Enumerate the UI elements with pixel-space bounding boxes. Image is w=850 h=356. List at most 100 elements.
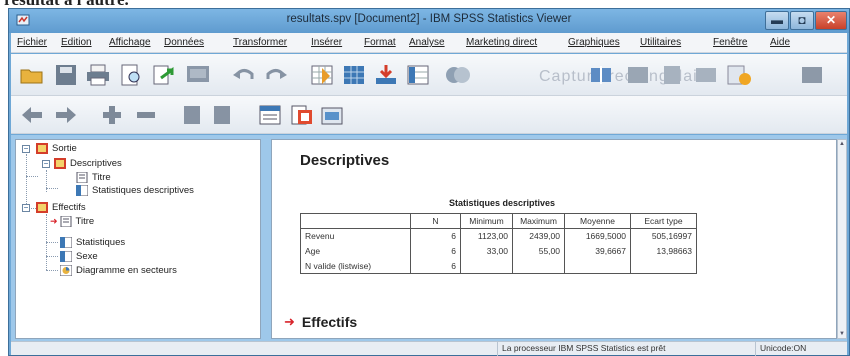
hide-icon[interactable] (207, 101, 237, 129)
background-document-text: résultat à l'autre. (0, 0, 850, 8)
export-icon[interactable] (149, 61, 179, 89)
use-variable-sets-icon[interactable] (724, 61, 754, 89)
collapse-minus-icon[interactable] (131, 101, 161, 129)
tree-label-effectifs: Effectifs (52, 202, 86, 213)
insert-heading-icon[interactable] (255, 101, 285, 129)
title-doc-icon (76, 172, 88, 183)
cell-maximum (512, 258, 565, 274)
goto-data-icon[interactable] (307, 61, 337, 89)
menu-edition[interactable]: Edition (61, 37, 92, 48)
row-label: Age (300, 243, 411, 259)
undo-icon[interactable] (229, 61, 259, 89)
descriptive-statistics-table[interactable]: N Minimum Maximum Moyenne Ecart type Rev… (300, 213, 697, 274)
cell-ecart-type (630, 258, 697, 274)
save-icon[interactable] (51, 61, 81, 89)
cell-n: 6 (410, 228, 461, 244)
output-contents-pane[interactable]: Descriptives Statistiques descriptives N… (271, 139, 837, 339)
table-header-row: N Minimum Maximum Moyenne Ecart type (300, 213, 697, 229)
designate-window-icon[interactable] (443, 61, 473, 89)
tree-node-descriptives[interactable]: Descriptives (54, 158, 122, 169)
collapse-sortie-toggle[interactable]: − (22, 145, 30, 153)
tree-label-statistiques: Statistiques (76, 237, 126, 248)
cell-moyenne: 39,6667 (564, 243, 631, 259)
goto-variable-icon[interactable] (371, 61, 401, 89)
spss-viewer-window: resultats.spv [Document2] - IBM SPSS Sta… (8, 8, 850, 356)
tree-node-statistiques-descriptives[interactable]: Statistiques descriptives (76, 185, 194, 196)
maximize-button[interactable]: ◘ (790, 11, 814, 30)
cell-ecart-type: 505,16997 (630, 228, 697, 244)
menu-bar: Fichier Edition Affichage Données Transf… (11, 33, 847, 53)
tree-node-sortie[interactable]: Sortie (36, 143, 77, 154)
show-icon[interactable] (177, 101, 207, 129)
vertical-scrollbar[interactable]: ▲ ▼ (837, 139, 847, 339)
tree-node-diagramme-en-secteurs[interactable]: Diagramme en secteurs (60, 265, 177, 276)
scroll-up-icon[interactable]: ▲ (838, 140, 846, 148)
back-arrow-icon[interactable] (17, 101, 47, 129)
tree-node-effectifs[interactable]: Effectifs (36, 202, 86, 213)
menu-fichier[interactable]: Fichier (17, 37, 47, 48)
descriptives-heading[interactable]: Descriptives (300, 152, 389, 169)
tree-label-diagramme-en-secteurs: Diagramme en secteurs (76, 265, 177, 276)
weight-cases-icon[interactable] (623, 61, 653, 89)
spelling-icon[interactable] (797, 61, 827, 89)
menu-fenetre[interactable]: Fenêtre (713, 37, 747, 48)
tree-node-titre-1[interactable]: Titre (76, 172, 111, 183)
menu-transformer[interactable]: Transformer (233, 37, 287, 48)
effectifs-heading: Effectifs (301, 314, 358, 330)
output-book-icon (36, 143, 48, 154)
header-cell-n: N (410, 213, 461, 229)
tree-label-titre-2: Titre (75, 216, 95, 227)
main-toolbar: Capture rectangulaire (11, 54, 847, 96)
pie-chart-doc-icon (60, 265, 72, 276)
forward-arrow-icon[interactable] (51, 101, 81, 129)
minimize-button[interactable]: ▬ (765, 11, 789, 30)
expand-plus-icon[interactable] (97, 101, 127, 129)
select-cases-icon[interactable] (657, 61, 687, 89)
table-row: Age 6 33,00 55,00 39,6667 13,98663 (300, 243, 697, 259)
open-folder-icon[interactable] (17, 61, 47, 89)
row-label: Revenu (300, 228, 411, 244)
table-row: Revenu 6 1123,00 2439,00 1669,5000 505,1… (300, 228, 697, 244)
header-cell-maximum: Maximum (512, 213, 565, 229)
table-doc-icon (60, 237, 72, 248)
recall-dialog-icon[interactable] (183, 61, 213, 89)
menu-marketing-direct[interactable]: Marketing direct (466, 37, 537, 48)
menu-format[interactable]: Format (364, 37, 396, 48)
row-label: N valide (listwise) (300, 258, 411, 274)
close-button[interactable]: ✕ (815, 11, 847, 30)
cell-ecart-type: 13,98663 (630, 243, 697, 259)
collapse-descriptives-toggle[interactable]: − (42, 160, 50, 168)
redo-icon[interactable] (261, 61, 291, 89)
insert-title-icon[interactable] (287, 101, 317, 129)
window-title: resultats.spv [Document2] - IBM SPSS Sta… (286, 13, 572, 25)
effectifs-section[interactable]: ➜ Effectifs (284, 314, 357, 330)
collapse-effectifs-toggle[interactable]: − (22, 204, 30, 212)
title-bar: resultats.spv [Document2] - IBM SPSS Sta… (9, 9, 849, 33)
table-title[interactable]: Statistiques descriptives (272, 198, 732, 208)
menu-affichage[interactable]: Affichage (109, 37, 151, 48)
menu-graphiques[interactable]: Graphiques (568, 37, 620, 48)
header-cell-minimum: Minimum (460, 213, 513, 229)
insert-text-icon[interactable] (317, 101, 347, 129)
tree-node-sexe[interactable]: Sexe (60, 251, 98, 262)
split-file-icon[interactable] (586, 61, 616, 89)
scroll-down-icon[interactable]: ▼ (838, 330, 846, 338)
cell-minimum: 1123,00 (460, 228, 513, 244)
goto-case-icon[interactable] (339, 61, 369, 89)
print-icon[interactable] (83, 61, 113, 89)
tree-node-statistiques[interactable]: Statistiques (60, 237, 125, 248)
pane-splitter[interactable] (263, 139, 269, 339)
status-bar: La processeur IBM SPSS Statistics est pr… (11, 341, 847, 356)
menu-aide[interactable]: Aide (770, 37, 790, 48)
unicode-status: Unicode:ON (755, 342, 847, 356)
menu-inserer[interactable]: Insérer (311, 37, 342, 48)
print-preview-icon[interactable] (116, 61, 146, 89)
variables-icon[interactable] (403, 61, 433, 89)
outline-pane[interactable]: − Sortie − Descriptives Titre Statistiqu… (15, 139, 261, 339)
tree-node-titre-2[interactable]: ➜ Titre (50, 216, 94, 227)
value-labels-icon[interactable] (691, 61, 721, 89)
menu-utilitaires[interactable]: Utilitaires (640, 37, 681, 48)
menu-donnees[interactable]: Données (164, 37, 204, 48)
menu-analyse[interactable]: Analyse (409, 37, 445, 48)
current-item-arrow-icon: ➜ (284, 314, 295, 329)
